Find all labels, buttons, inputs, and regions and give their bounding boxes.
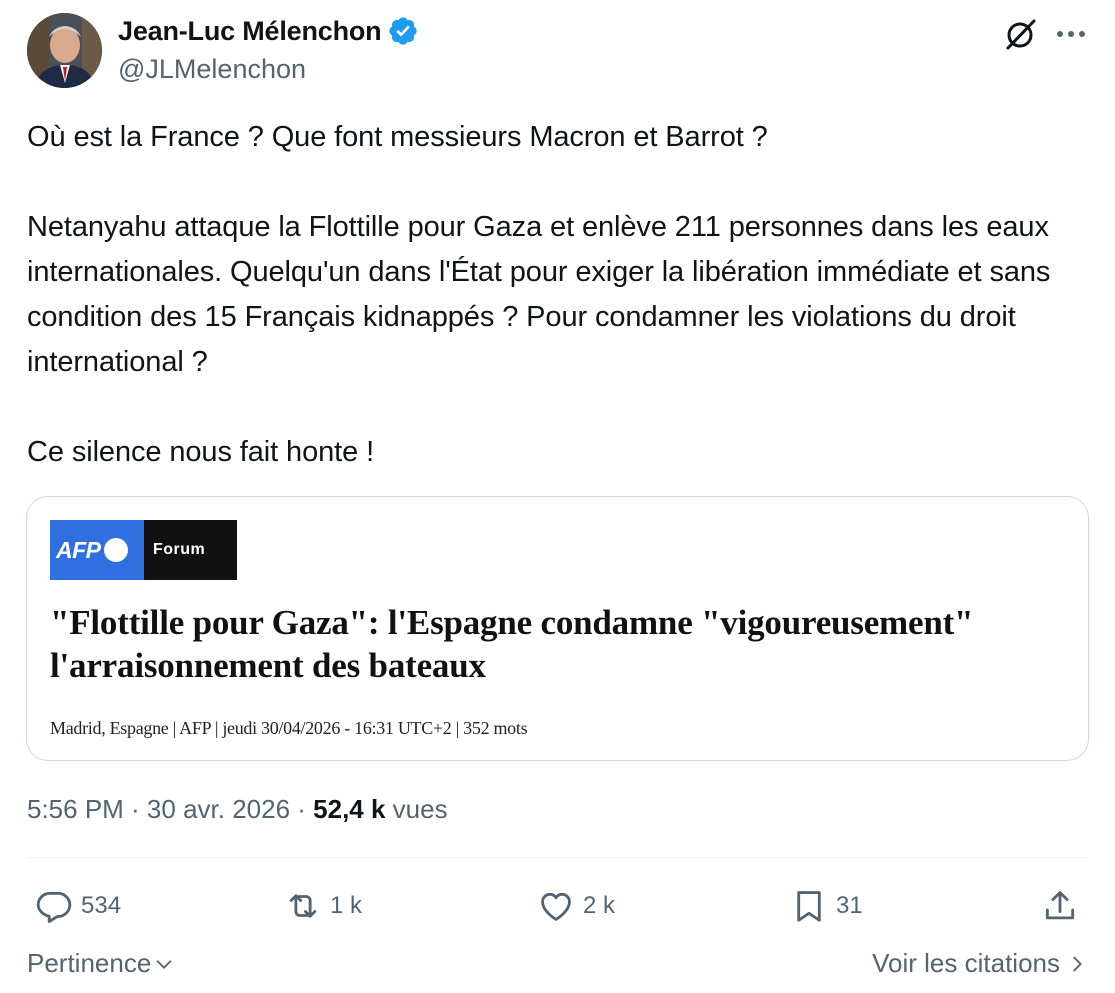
article-headline: "Flottille pour Gaza": l'Espagne condamn…	[50, 603, 974, 685]
repost-button[interactable]: 1 k	[284, 880, 362, 932]
reply-count: 534	[81, 892, 122, 919]
view-quotes-label: Voir les citations	[872, 948, 1060, 978]
forum-badge: Forum	[144, 520, 237, 580]
view-quotes-link[interactable]: Voir les citations	[872, 948, 1088, 979]
like-button[interactable]: 2 k	[537, 880, 615, 932]
divider	[27, 857, 1088, 858]
grok-icon[interactable]	[1003, 16, 1039, 52]
like-count: 2 k	[583, 892, 616, 919]
author-name[interactable]: Jean-Luc Mélenchon	[118, 16, 382, 47]
repost-count: 1 k	[330, 892, 363, 919]
more-icon[interactable]	[1053, 22, 1089, 46]
afp-logo-dot	[103, 538, 128, 562]
article-meta: Madrid, Espagne | AFP | jeudi 30/04/2026…	[50, 718, 528, 738]
action-bar: 534 1 k 2 k 31	[27, 880, 1088, 932]
author-handle[interactable]: @JLMelenchon	[118, 54, 306, 85]
view-count: 52,4 k	[313, 794, 386, 824]
bookmark-button[interactable]: 31	[790, 880, 863, 932]
bookmark-icon	[797, 891, 821, 922]
reply-icon	[36, 891, 72, 923]
views-label: vues	[385, 794, 448, 824]
sort-dropdown[interactable]: Pertinence	[27, 948, 175, 979]
avatar[interactable]	[27, 13, 102, 88]
tweet-time[interactable]: 5:56 PM · 30 avr. 2026 ·	[27, 794, 313, 824]
reply-button[interactable]: 534	[35, 880, 121, 932]
article-card[interactable]: AFP Forum "Flottille pour Gaza": l'Espag…	[26, 496, 1089, 761]
chevron-down-icon	[156, 959, 172, 969]
tweet-text: Où est la France ? Que font messieurs Ma…	[27, 121, 1051, 468]
like-icon	[541, 892, 571, 921]
tweet-timestamp: 5:56 PM · 30 avr. 2026 · 52,4 k vues	[27, 794, 448, 825]
replies-footer: Pertinence Voir les citations	[27, 948, 1088, 982]
chevron-right-icon	[1073, 956, 1082, 971]
verified-badge-icon	[389, 17, 418, 45]
repost-icon	[289, 894, 317, 918]
afp-logo-text: AFP	[56, 536, 101, 563]
sort-label: Pertinence	[27, 948, 152, 978]
bookmark-count: 31	[836, 892, 863, 919]
share-button[interactable]	[1041, 880, 1079, 932]
afp-logo: AFP	[50, 520, 144, 580]
share-icon	[1045, 891, 1075, 920]
